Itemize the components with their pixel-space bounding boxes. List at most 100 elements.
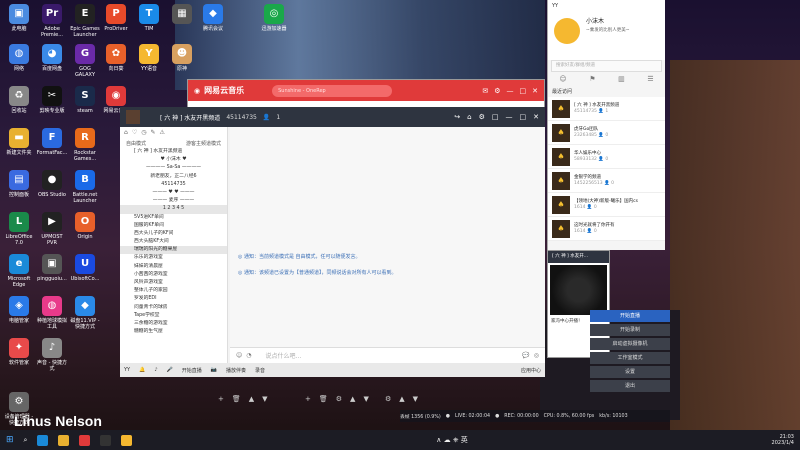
obs-button[interactable]: 开始录制	[590, 324, 670, 336]
search-icon[interactable]: ⌕	[24, 436, 28, 445]
channel-item[interactable]: 问童青卡的球房	[120, 304, 227, 312]
channel-item[interactable]: 45114735	[120, 181, 227, 189]
netease-title-bar[interactable]: ◉ 网易云音乐 Sunshine - OneRep ✉ ⚙ — □ ✕	[188, 80, 544, 101]
netease-taskbar-icon[interactable]	[79, 434, 91, 446]
delete-icon[interactable]: 🗑	[319, 395, 328, 403]
recent-channel-row[interactable]: ♠ 这时光就将了你开有 1614 👤 0	[548, 217, 665, 241]
channel-item[interactable]: 妹妹的清晨屋	[120, 263, 227, 271]
bottom-bar-item[interactable]: YY	[124, 367, 130, 374]
room-tool-icon[interactable]: □	[492, 113, 499, 121]
desktop-icon[interactable]: ♪ 声音 - 快捷方式	[36, 338, 68, 372]
obs-button[interactable]: 设置	[590, 366, 670, 378]
down-icon[interactable]: ▼	[363, 395, 368, 403]
room-tool-icon[interactable]: ✕	[533, 113, 539, 121]
desktop-icon[interactable]: B Battle.net Launcher	[69, 170, 101, 204]
desktop-icon[interactable]: ◎ 迅游加速器	[258, 4, 290, 32]
channel-item[interactable]: 糖糖的生气屋	[120, 328, 227, 336]
recent-channel-row[interactable]: ♠ 金银学的频道 1452256513 👤 0	[548, 169, 665, 193]
panel-tab-icon[interactable]: ☰	[647, 75, 653, 83]
up-icon[interactable]: ▲	[399, 395, 404, 403]
add-icon[interactable]: +	[218, 395, 224, 403]
window-control-icon[interactable]: ✉	[482, 87, 488, 95]
channel-item[interactable]: 罗发的EDI	[120, 295, 227, 303]
channel-item[interactable]: 5V5进KF单间	[120, 214, 227, 222]
down-icon[interactable]: ▼	[413, 395, 418, 403]
bottom-bar-item[interactable]: ♪	[154, 367, 157, 374]
desktop-icon[interactable]: P ProDriver	[100, 4, 132, 32]
recent-channel-row[interactable]: ♠ 华人娱乐中心 58933132 👤 0	[548, 145, 665, 169]
emoji-icon[interactable]: ☺	[236, 352, 242, 359]
desktop-icon[interactable]: ✦ 软件管家	[3, 338, 35, 366]
obs-button[interactable]: 工作室模式	[590, 352, 670, 364]
desktop-icon[interactable]: E Epic Games Launcher	[69, 4, 101, 38]
channel-tool-icon[interactable]: ✎	[150, 129, 155, 137]
mode-link[interactable]: 游客主频道模式	[186, 140, 221, 147]
bottom-bar-item[interactable]: 🔔	[139, 367, 145, 374]
channel-item[interactable]: 小茜茜的游戏室	[120, 271, 227, 279]
channel-item[interactable]: 西大头儿子的KF间	[120, 230, 227, 238]
window-control-icon[interactable]: □	[520, 87, 527, 95]
desktop-icon[interactable]: G GOG GALAXY	[69, 44, 101, 78]
panel-tab-icon[interactable]: ☺	[559, 75, 566, 83]
channel-item[interactable]: ———— Sa-Sa ————	[120, 164, 227, 172]
channel-item[interactable]: ♥ 小沫木 ♥	[120, 156, 227, 164]
desktop-icon[interactable]: ◈ 电脑管家	[3, 296, 35, 324]
channel-item[interactable]: 新老朋友，正二八经6	[120, 173, 227, 181]
desktop-icon[interactable]: ♻ 回收站	[3, 86, 35, 114]
room-tool-icon[interactable]: ⌂	[467, 113, 471, 121]
bottom-bar-item[interactable]: 📷	[211, 367, 217, 374]
channel-tool-icon[interactable]: ⚠	[159, 129, 164, 137]
chat-input-bar[interactable]: ☺ ◔ 说点什么吧... 💬 ◎	[230, 347, 545, 363]
channel-item[interactable]: 风铃声游戏室	[120, 279, 227, 287]
room-tool-icon[interactable]: □	[520, 113, 527, 121]
up-icon[interactable]: ▲	[350, 395, 355, 403]
edge-taskbar-icon[interactable]	[37, 434, 49, 446]
desktop-icon[interactable]: ▶ UPMOST PVR	[36, 212, 68, 246]
desktop-icon[interactable]: ◍ 种植地球模拟工具	[36, 296, 68, 330]
panel-tab-icon[interactable]: ▥	[618, 75, 625, 83]
up-icon[interactable]: ▲	[249, 395, 254, 403]
chat-bubble-icon[interactable]: 💬	[522, 352, 529, 359]
desktop-icon[interactable]: Pr Adobe Premie...	[36, 4, 68, 38]
desktop-icon[interactable]: ✂ 剪映专业版	[36, 86, 68, 114]
desktop-icon[interactable]: ◆ 腾讯会议	[197, 4, 229, 32]
yy-taskbar-icon[interactable]	[121, 434, 133, 446]
system-tray[interactable]: ∧ ☁ ⎈ 英	[436, 435, 467, 445]
channel-item[interactable]: [ 六 神 ] 水友开黑频道	[120, 148, 227, 156]
chat-input[interactable]: 说点什么吧...	[266, 351, 302, 360]
channel-tool-icon[interactable]: ♡	[132, 129, 137, 137]
obs-button[interactable]: 开始直播	[590, 310, 670, 322]
desktop-icon[interactable]: ◕ 百度网盘	[36, 44, 68, 72]
settings-icon[interactable]: ⚙	[385, 395, 391, 403]
recent-channel-row[interactable]: ♠[ 六 神 ] 水友开黑频道 45114735 👤 1	[548, 97, 665, 121]
desktop-icon[interactable]: ● OBS Studio	[36, 170, 68, 198]
add-icon[interactable]: +	[305, 395, 311, 403]
desktop-icon[interactable]: ▤ 控制面板	[3, 170, 35, 198]
desktop-icon[interactable]: ▦	[166, 4, 198, 26]
channel-item[interactable]: 整体儿子的家园	[120, 287, 227, 295]
desktop-icon[interactable]: O Origin	[69, 212, 101, 240]
avatar[interactable]	[554, 18, 580, 44]
desktop-icon[interactable]: T TIM	[133, 4, 165, 32]
desktop-icon[interactable]: ◆ 磁盘11.VIP - 快捷方式	[69, 296, 101, 330]
desktop-icon[interactable]: e Microsoft Edge	[3, 254, 35, 288]
explorer-taskbar-icon[interactable]	[58, 434, 70, 446]
channel-item[interactable]: 西大头脑KF大间	[120, 238, 227, 246]
channel-item[interactable]: ——— 麦序 ———	[120, 197, 227, 205]
settings-icon[interactable]: ◎	[534, 352, 539, 359]
desktop-icon[interactable]: R Rockstar Games...	[69, 128, 101, 162]
window-control-icon[interactable]: —	[507, 87, 514, 95]
settings-icon[interactable]: ⚙	[336, 395, 342, 403]
friend-search-input[interactable]: 搜索好友/群组/频道	[551, 60, 662, 72]
desktop-icon[interactable]: Ssteam	[69, 86, 101, 114]
desktop-icon[interactable]: Y YY语音	[133, 44, 165, 72]
desktop-icon[interactable]: U UbisoftCo...	[69, 254, 101, 282]
channel-item[interactable]: ——— ♥ ♥ ———	[120, 189, 227, 197]
recent-channel-row[interactable]: ♠ 【领地(大神)新版-曦乐】国内cs 1614 👤 0	[548, 193, 665, 217]
channel-item[interactable]: 国服的KF单间	[120, 222, 227, 230]
channel-tool-icon[interactable]: ⌂	[124, 129, 128, 137]
desktop-icon[interactable]: ▣ 此电脑	[3, 4, 35, 32]
channel-item[interactable]: Tape学校堂	[120, 312, 227, 320]
room-tool-icon[interactable]: —	[506, 113, 513, 121]
netease-search-input[interactable]: Sunshine - OneRep	[272, 84, 393, 97]
